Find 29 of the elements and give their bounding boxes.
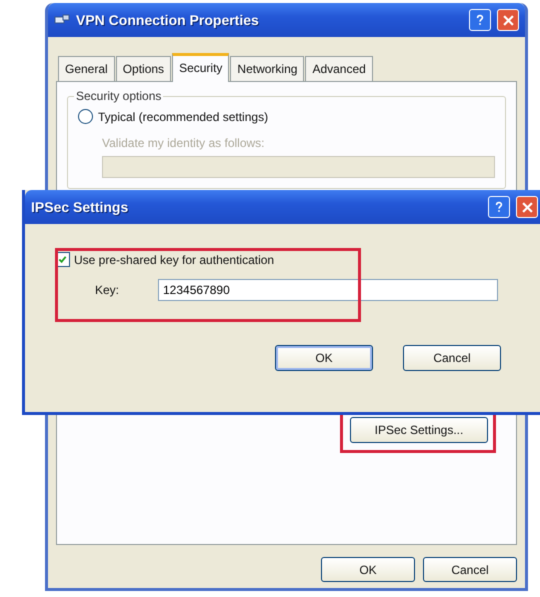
ipsec-settings-button[interactable]: IPSec Settings...	[350, 417, 488, 443]
checkbox-label: Use pre-shared key for authentication	[74, 252, 274, 266]
help-icon	[476, 14, 484, 26]
cancel-button[interactable]: Cancel	[403, 345, 501, 371]
window-title: VPN Connection Properties	[76, 12, 260, 28]
network-icon	[54, 14, 70, 26]
help-icon	[495, 201, 503, 213]
dialog-title: IPSec Settings	[31, 199, 130, 215]
close-button[interactable]	[516, 196, 538, 218]
close-icon	[522, 202, 532, 212]
tab[interactable]: General	[58, 56, 115, 81]
close-icon	[502, 14, 514, 26]
tab[interactable]: Options	[116, 56, 172, 81]
help-button[interactable]	[469, 9, 491, 31]
group-label: Security options	[74, 89, 164, 103]
ok-button[interactable]: OK	[275, 345, 373, 371]
close-button[interactable]	[497, 9, 519, 31]
tab[interactable]: Advanced	[305, 56, 373, 81]
key-field[interactable]: 1234567890	[158, 279, 498, 301]
dropdown-field[interactable]	[102, 156, 495, 178]
help-button[interactable]	[488, 196, 510, 218]
tab[interactable]: Networking	[230, 56, 304, 81]
cancel-button[interactable]: Cancel	[423, 557, 517, 582]
field-label: Validate my identity as follows:	[102, 136, 266, 150]
radio-label: Typical (recommended settings)	[98, 110, 268, 124]
tab[interactable]: Security	[172, 53, 230, 82]
radio-button[interactable]	[78, 109, 93, 124]
ok-button[interactable]: OK	[321, 557, 415, 582]
key-label: Key:	[95, 283, 120, 297]
